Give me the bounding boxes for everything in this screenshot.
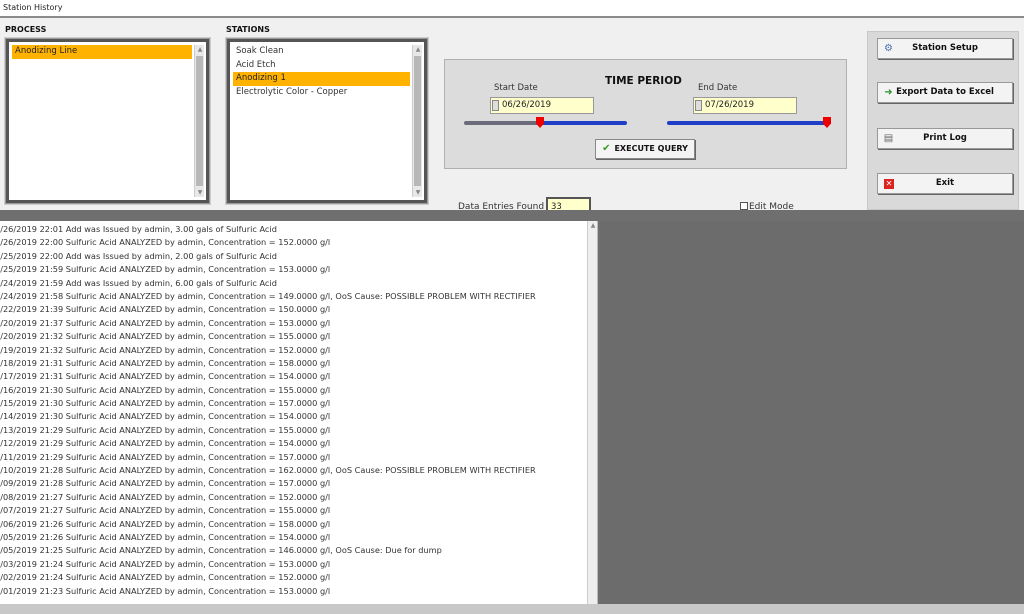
log-entry[interactable]: 7/16/2019 21:30 Sulfuric Acid ANALYZED b… (0, 384, 587, 397)
log-entry[interactable]: 7/05/2019 21:25 Sulfuric Acid ANALYZED b… (0, 544, 587, 557)
scroll-up-icon[interactable]: ▲ (195, 45, 205, 54)
station-list-item[interactable]: Anodizing 1 (233, 72, 410, 86)
checkmark-icon: ✔ (602, 143, 611, 154)
log-entry[interactable]: 7/25/2019 21:59 Sulfuric Acid ANALYZED b… (0, 263, 587, 276)
log-entry[interactable]: 7/17/2019 21:31 Sulfuric Acid ANALYZED b… (0, 370, 587, 383)
export-arrow-icon: ➜ (884, 87, 893, 98)
log-entry[interactable]: 7/11/2019 21:29 Sulfuric Acid ANALYZED b… (0, 451, 587, 464)
status-strip (0, 604, 1024, 614)
time-period-group: TIME PERIOD Start Date 06/26/2019 End Da… (444, 59, 847, 169)
log-entry[interactable]: 7/02/2019 21:24 Sulfuric Acid ANALYZED b… (0, 571, 587, 584)
log-entry[interactable]: 7/14/2019 21:30 Sulfuric Acid ANALYZED b… (0, 410, 587, 423)
station-list-item[interactable]: Electrolytic Color - Copper (233, 86, 410, 100)
log-entry[interactable]: 7/15/2019 21:30 Sulfuric Acid ANALYZED b… (0, 397, 587, 410)
station-list-item[interactable]: Acid Etch (233, 59, 410, 73)
start-date-label: Start Date (494, 83, 538, 93)
stations-listbox[interactable]: Soak Clean Acid Etch Anodizing 1 Electrolyt… (226, 38, 428, 204)
process-scrollbar[interactable]: ▲ ▼ (194, 45, 204, 197)
empty-panel (600, 221, 1024, 604)
scroll-thumb[interactable] (414, 56, 421, 186)
end-date-value: 07/26/2019 (705, 100, 754, 110)
end-slider-track[interactable] (667, 121, 829, 125)
log-entry[interactable]: 7/18/2019 21:31 Sulfuric Acid ANALYZED b… (0, 357, 587, 370)
exit-button[interactable]: ✕ Exit (877, 173, 1013, 194)
log-entry[interactable]: 7/10/2019 21:28 Sulfuric Acid ANALYZED b… (0, 464, 587, 477)
start-date-value: 06/26/2019 (502, 100, 551, 110)
log-entry[interactable]: 7/09/2019 21:28 Sulfuric Acid ANALYZED b… (0, 477, 587, 490)
stations-list: Soak Clean Acid Etch Anodizing 1 Electrolyt… (233, 45, 410, 197)
log-entry[interactable]: 7/25/2019 22:00 Add was Issued by admin,… (0, 250, 587, 263)
log-entry[interactable]: 7/26/2019 22:00 Sulfuric Acid ANALYZED b… (0, 236, 587, 249)
process-list-item[interactable]: Anodizing Line (12, 45, 192, 59)
process-header: PROCESS (5, 25, 47, 34)
stations-scrollbar[interactable]: ▲ ▼ (412, 45, 422, 197)
window-title: Station History (0, 0, 1024, 18)
export-excel-button[interactable]: ➜ Export Data to Excel (877, 82, 1013, 103)
printer-icon: ▤ (883, 133, 894, 144)
end-date-label: End Date (698, 83, 738, 93)
log-entry[interactable]: 7/26/2019 22:01 Add was Issued by admin,… (0, 223, 587, 236)
log-entry[interactable]: 7/08/2019 21:27 Sulfuric Acid ANALYZED b… (0, 491, 587, 504)
start-slider-thumb[interactable] (536, 117, 544, 128)
log-entry[interactable]: 7/24/2019 21:59 Add was Issued by admin,… (0, 277, 587, 290)
end-slider-thumb[interactable] (823, 117, 831, 128)
log-entry[interactable]: 7/06/2019 21:26 Sulfuric Acid ANALYZED b… (0, 518, 587, 531)
process-listbox[interactable]: Anodizing Line ▲ ▼ (5, 38, 210, 204)
start-date-field[interactable]: 06/26/2019 (490, 97, 594, 114)
log-scrollbar[interactable]: ▲ (587, 221, 597, 604)
log-area: 7/26/2019 22:01 Add was Issued by admin,… (0, 210, 1024, 614)
scroll-thumb[interactable] (196, 56, 203, 186)
log-listbox[interactable]: 7/26/2019 22:01 Add was Issued by admin,… (0, 221, 598, 604)
export-excel-label: Export Data to Excel (896, 87, 994, 97)
stations-header: STATIONS (226, 25, 270, 34)
end-date-field[interactable]: 07/26/2019 (693, 97, 797, 114)
checkbox-icon[interactable] (740, 202, 748, 210)
log-entry[interactable]: 7/20/2019 21:32 Sulfuric Acid ANALYZED b… (0, 330, 587, 343)
exit-label: Exit (935, 178, 955, 188)
scroll-up-icon[interactable]: ▲ (413, 45, 423, 54)
log-entry[interactable]: 7/13/2019 21:29 Sulfuric Acid ANALYZED b… (0, 424, 587, 437)
log-entry[interactable]: 7/05/2019 21:26 Sulfuric Acid ANALYZED b… (0, 531, 587, 544)
log-list: 7/26/2019 22:01 Add was Issued by admin,… (0, 223, 587, 598)
start-slider-range (541, 121, 627, 125)
action-button-panel: ⚙ Station Setup ➜ Export Data to Excel ▤… (867, 31, 1019, 210)
process-list: Anodizing Line (12, 45, 192, 197)
scroll-down-icon[interactable]: ▼ (195, 188, 205, 197)
date-spin-icon[interactable] (695, 100, 702, 111)
scroll-up-icon[interactable]: ▲ (588, 221, 597, 230)
print-log-label: Print Log (923, 133, 967, 143)
station-list-item[interactable]: Soak Clean (233, 45, 410, 59)
log-entry[interactable]: 7/20/2019 21:37 Sulfuric Acid ANALYZED b… (0, 317, 587, 330)
execute-query-label: EXECUTE QUERY (614, 144, 688, 153)
station-setup-button[interactable]: ⚙ Station Setup (877, 38, 1013, 59)
scroll-down-icon[interactable]: ▼ (413, 188, 423, 197)
log-entry[interactable]: 7/22/2019 21:39 Sulfuric Acid ANALYZED b… (0, 303, 587, 316)
log-entry[interactable]: 7/24/2019 21:58 Sulfuric Acid ANALYZED b… (0, 290, 587, 303)
log-entry[interactable]: 7/01/2019 21:23 Sulfuric Acid ANALYZED b… (0, 585, 587, 598)
execute-query-button[interactable]: ✔ EXECUTE QUERY (595, 139, 695, 159)
gear-icon: ⚙ (884, 43, 893, 54)
station-setup-label: Station Setup (912, 43, 978, 53)
close-icon: ✕ (884, 179, 894, 189)
log-entry[interactable]: 7/19/2019 21:32 Sulfuric Acid ANALYZED b… (0, 344, 587, 357)
print-log-button[interactable]: ▤ Print Log (877, 128, 1013, 149)
log-entry[interactable]: 7/12/2019 21:29 Sulfuric Acid ANALYZED b… (0, 437, 587, 450)
log-entry[interactable]: 7/07/2019 21:27 Sulfuric Acid ANALYZED b… (0, 504, 587, 517)
log-entry[interactable]: 7/03/2019 21:24 Sulfuric Acid ANALYZED b… (0, 558, 587, 571)
date-spin-icon[interactable] (492, 100, 499, 111)
time-period-title: TIME PERIOD (605, 75, 682, 87)
start-slider-track[interactable] (464, 121, 541, 125)
